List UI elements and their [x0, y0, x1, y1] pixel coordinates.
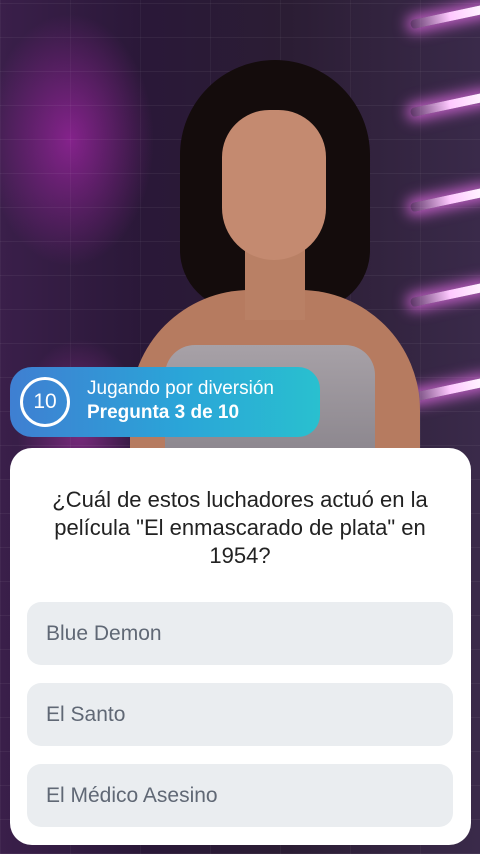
countdown-timer: 10	[20, 377, 70, 427]
question-card: ¿Cuál de estos luchadores actuó en la pe…	[10, 448, 471, 845]
game-mode-label: Jugando por diversión	[87, 378, 274, 399]
answer-option-3[interactable]: El Médico Asesino	[27, 764, 453, 827]
status-text: Jugando por diversión Pregunta 3 de 10	[87, 378, 274, 426]
answer-option-2[interactable]: El Santo	[27, 683, 453, 746]
game-status-pill: 10 Jugando por diversión Pregunta 3 de 1…	[10, 367, 320, 437]
presenter-face	[222, 110, 326, 260]
question-text: ¿Cuál de estos luchadores actuó en la pe…	[52, 487, 428, 568]
question-progress: Pregunta 3 de 10	[87, 402, 240, 423]
answer-option-1[interactable]: Blue Demon	[27, 602, 453, 665]
